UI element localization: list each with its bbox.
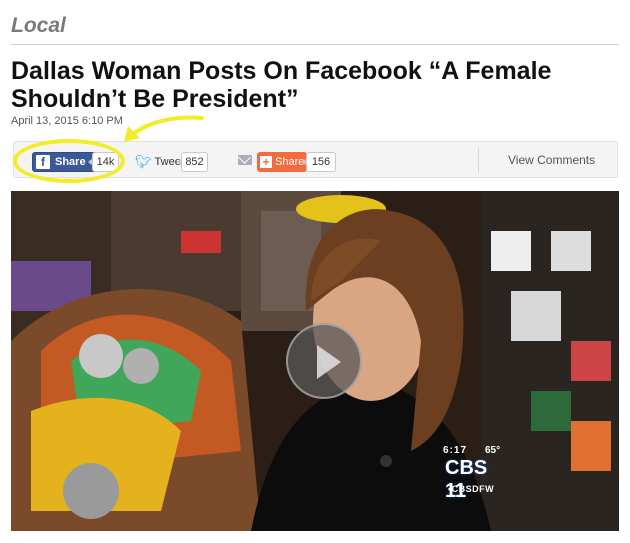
- section-label[interactable]: Local: [11, 14, 66, 38]
- video-player[interactable]: 6:17 65° CBS 11 •CBSDFW: [11, 191, 619, 531]
- share-bar-divider: [478, 148, 479, 173]
- tweet-count: 852: [177, 152, 208, 172]
- section-divider: [11, 44, 619, 45]
- view-comments-link[interactable]: View Comments: [508, 153, 595, 167]
- twitter-bird-icon: 🐦︎: [135, 154, 152, 169]
- play-button[interactable]: [286, 323, 362, 399]
- article-timestamp: April 13, 2015 6:10 PM: [11, 115, 123, 127]
- article-headline: Dallas Woman Posts On Facebook “A Female…: [11, 57, 552, 113]
- cbs-11-logo: CBS 11: [445, 457, 488, 502]
- email-icon[interactable]: [238, 155, 252, 165]
- highlight-circle: [13, 139, 125, 183]
- plus-share-button[interactable]: + Share: [257, 152, 307, 172]
- plus-share-label: Share: [275, 156, 305, 168]
- highlight-arrow-icon: [124, 115, 204, 142]
- plus-icon: +: [260, 156, 272, 168]
- plus-share-count: 156: [302, 152, 336, 172]
- station-name: •CBSDFW: [448, 484, 495, 494]
- station-time: 6:17: [443, 445, 468, 456]
- station-temperature: 65°: [485, 445, 501, 456]
